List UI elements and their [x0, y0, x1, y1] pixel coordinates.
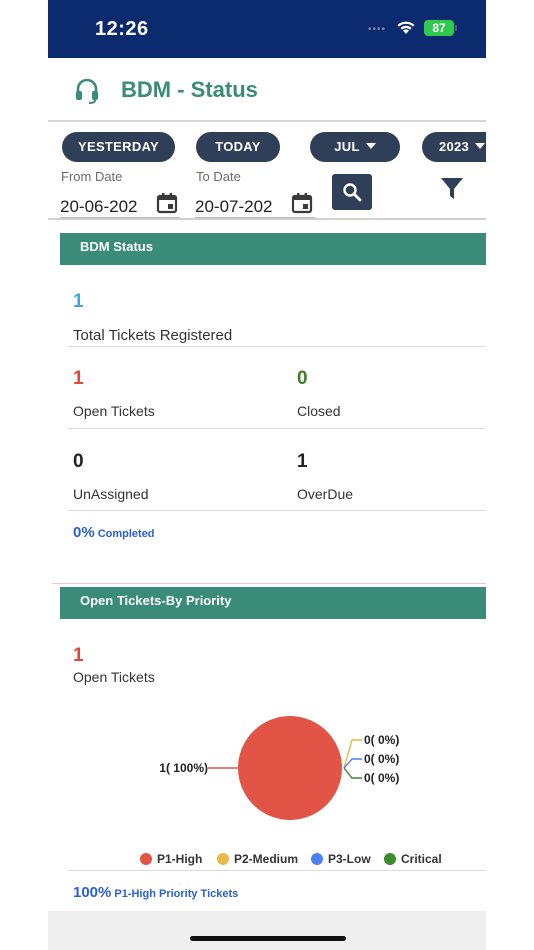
open-tickets-label: Open Tickets — [73, 403, 155, 419]
divider — [68, 870, 486, 871]
completed-percent: 0% — [73, 524, 95, 541]
priority-pie-chart: 1( 100%) 0( 0%) 0( 0%) 0( 0%) — [159, 716, 399, 820]
total-tickets-value: 1 — [73, 291, 84, 312]
bottom-area — [48, 911, 486, 950]
total-tickets-label: Total Tickets Registered — [73, 327, 233, 344]
app-screen: 12:26 •••• 87 BDM - Status YESTERDAY TOD… — [48, 0, 486, 950]
from-date-value: 20-06-202 — [60, 197, 138, 216]
page-title: BDM - Status — [121, 77, 258, 102]
home-indicator[interactable] — [190, 936, 346, 941]
legend-dot-icon — [384, 853, 396, 865]
app-bar: BDM - Status — [48, 58, 486, 122]
divider — [68, 428, 486, 429]
from-date-label: From Date — [61, 169, 123, 184]
battery-indicator: 87 — [424, 20, 454, 36]
to-date-label: To Date — [196, 169, 241, 184]
closed-value: 0 — [297, 368, 308, 389]
legend-label: Critical — [401, 852, 442, 866]
month-dropdown[interactable]: JUL — [310, 132, 400, 162]
search-icon — [343, 183, 362, 202]
divider — [68, 346, 486, 347]
chevron-down-icon — [365, 143, 376, 149]
filter-bar: YESTERDAY TODAY JUL 2023 From Date 20-06… — [48, 122, 486, 220]
headset-icon — [74, 77, 100, 110]
legend-dot-icon — [140, 853, 152, 865]
pie-leader-critical — [343, 767, 362, 779]
pie-label-critical: 0( 0%) — [364, 771, 399, 785]
pie-label-p2-medium: 0( 0%) — [364, 733, 399, 747]
from-date-field[interactable]: 20-06-202 — [60, 188, 180, 218]
unassigned-value: 0 — [73, 451, 84, 472]
chart-legend: P1-High P2-Medium P3-Low Critical — [140, 851, 480, 869]
today-label: TODAY — [215, 139, 261, 154]
month-label: JUL — [334, 139, 360, 154]
to-date-field[interactable]: 20-07-202 — [195, 188, 315, 218]
priority-summary: 100% P1-High Priority Tickets — [73, 884, 238, 902]
overdue-label: OverDue — [297, 486, 354, 502]
status-bar: 12:26 •••• 87 — [48, 0, 486, 58]
priority-summary-percent: 100% — [73, 884, 112, 901]
signal-icon: •••• — [368, 24, 387, 35]
completed-summary: 0% Completed — [73, 524, 155, 542]
calendar-icon[interactable] — [291, 192, 313, 219]
legend-dot-icon — [311, 853, 323, 865]
calendar-icon[interactable] — [156, 192, 178, 219]
open-tickets-value: 1 — [73, 368, 84, 389]
search-button[interactable] — [332, 174, 372, 210]
pie-leader-p2-medium — [343, 739, 362, 769]
legend-dot-icon — [217, 853, 229, 865]
battery-tip-icon — [455, 25, 457, 31]
bdm-status-header: BDM Status — [60, 233, 486, 265]
year-dropdown[interactable]: 2023 — [422, 132, 486, 162]
priority-open-label: Open Tickets — [73, 669, 155, 685]
overdue-value: 1 — [297, 451, 308, 472]
right-margin — [486, 0, 534, 950]
left-margin — [0, 0, 48, 950]
pie-label-p3-low: 0( 0%) — [364, 752, 399, 766]
divider — [68, 510, 486, 511]
status-time: 12:26 — [95, 18, 149, 40]
priority-open-value: 1 — [73, 645, 84, 666]
legend-label: P2-Medium — [234, 852, 299, 866]
year-label: 2023 — [438, 139, 470, 154]
filter-icon[interactable] — [440, 176, 464, 205]
yesterday-button[interactable]: YESTERDAY — [62, 132, 175, 162]
pie-label-p1-high: 1( 100%) — [159, 761, 208, 775]
chevron-down-icon — [475, 143, 486, 149]
section-separator — [52, 583, 486, 584]
legend-label: P3-Low — [328, 852, 371, 866]
legend-label: P1-High — [157, 852, 203, 866]
today-button[interactable]: TODAY — [196, 132, 280, 162]
priority-header: Open Tickets-By Priority — [60, 587, 486, 619]
priority-summary-label: P1-High Priority Tickets — [114, 888, 239, 900]
to-date-value: 20-07-202 — [195, 197, 273, 216]
completed-label: Completed — [97, 528, 155, 540]
pie-slice-p1-high — [238, 716, 342, 820]
yesterday-label: YESTERDAY — [78, 139, 159, 154]
closed-label: Closed — [297, 403, 341, 419]
wifi-icon — [396, 19, 416, 40]
unassigned-label: UnAssigned — [73, 486, 149, 502]
